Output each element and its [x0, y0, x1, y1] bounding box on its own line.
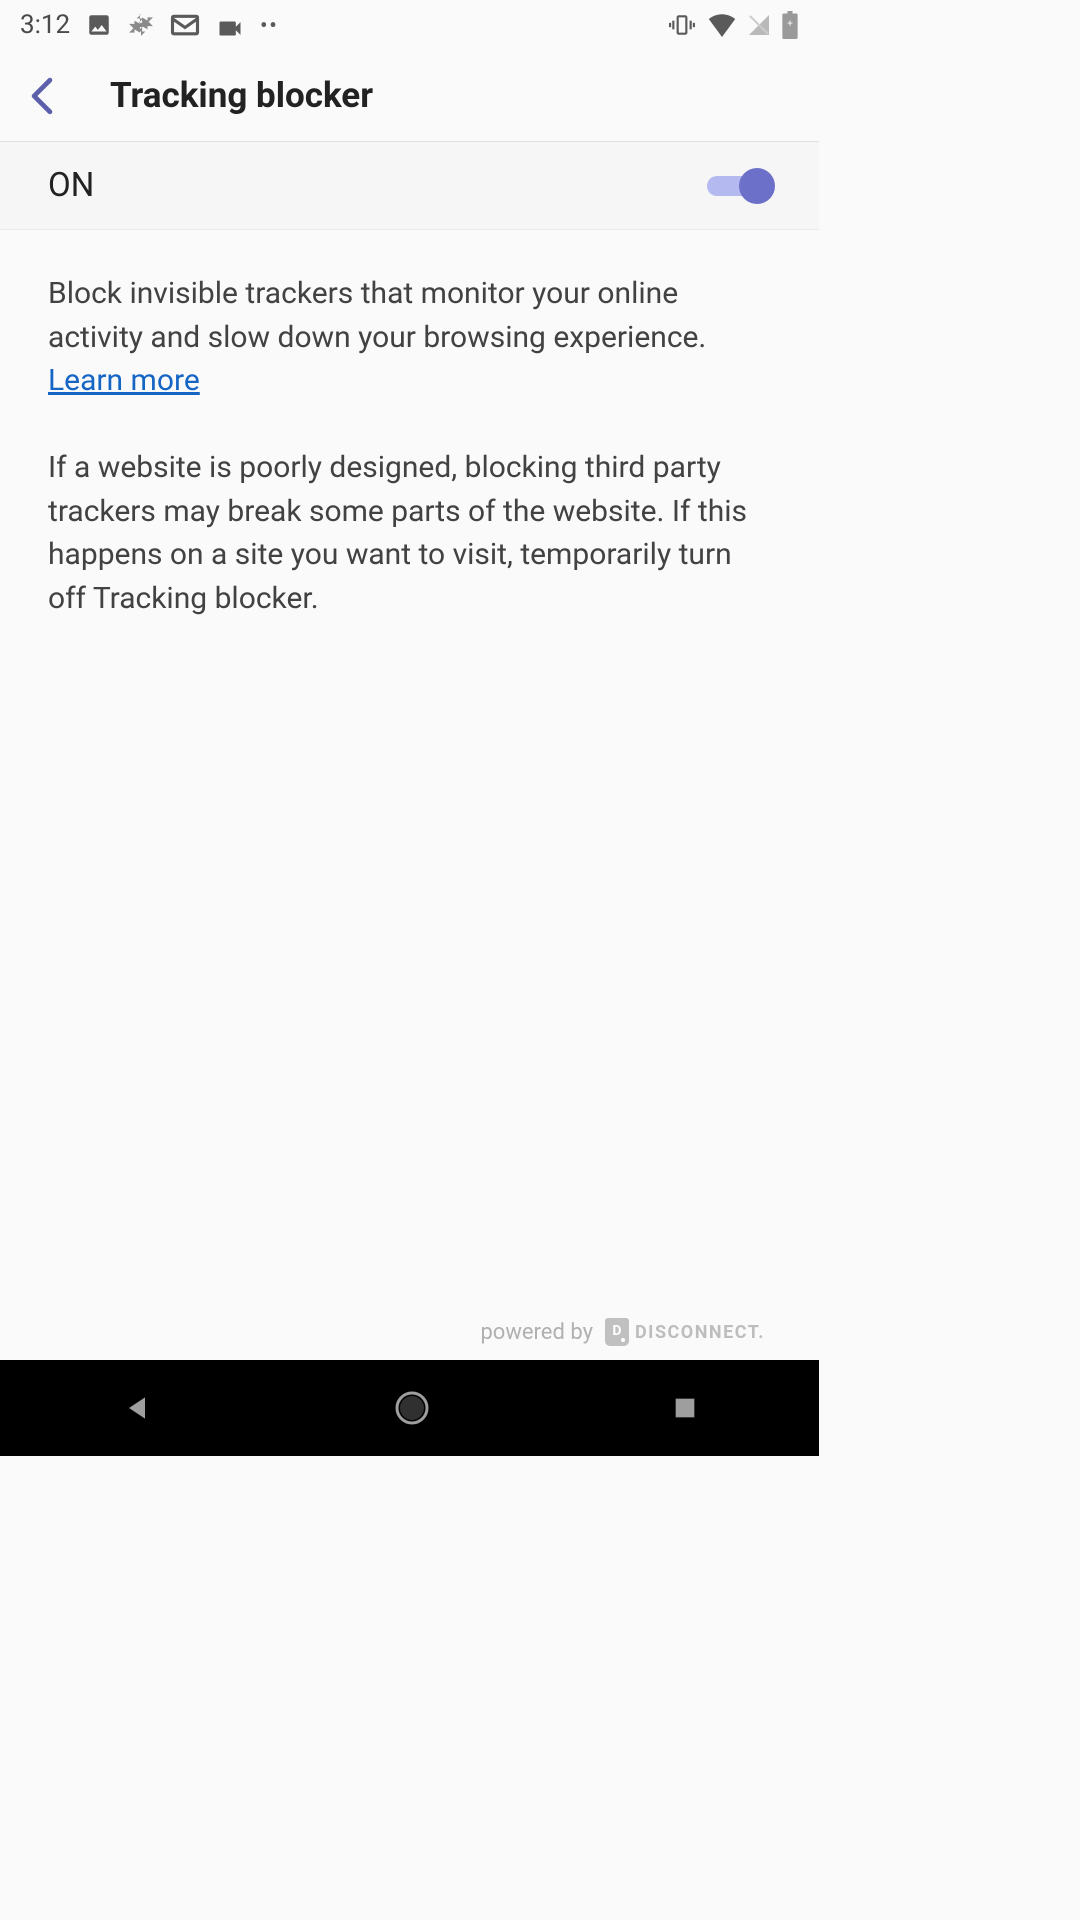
nav-home-button[interactable] [394, 1390, 430, 1426]
toggle-row: ON [0, 142, 819, 230]
signal-icon [747, 13, 771, 37]
page-title: Tracking blocker [110, 75, 373, 116]
battery-icon: + [781, 11, 799, 39]
disconnect-logo: DISCONNECT. [605, 1318, 765, 1346]
powered-by-text: powered by [480, 1320, 593, 1345]
description-text: Block invisible trackers that monitor yo… [48, 272, 771, 359]
back-button[interactable] [30, 77, 54, 115]
disconnect-text: DISCONNECT. [635, 1322, 765, 1343]
photos-icon [128, 12, 154, 38]
app-bar: Tracking blocker [0, 50, 819, 142]
disconnect-badge-icon [605, 1318, 629, 1346]
tracking-blocker-toggle[interactable] [707, 168, 771, 204]
learn-more-link[interactable]: Learn more [48, 363, 200, 398]
status-bar: 3:12 •• + [0, 0, 819, 50]
nav-bar [0, 1360, 819, 1456]
svg-text:+: + [787, 18, 793, 29]
toggle-label: ON [48, 166, 94, 205]
nav-recents-button[interactable] [671, 1394, 699, 1422]
status-left: 3:12 •• [20, 10, 279, 40]
image-icon [86, 12, 112, 38]
video-icon [216, 14, 244, 36]
more-icon: •• [260, 13, 278, 37]
content: Block invisible trackers that monitor yo… [0, 230, 819, 662]
nav-back-button[interactable] [121, 1392, 153, 1424]
status-right: + [667, 11, 799, 39]
status-time: 3:12 [20, 10, 70, 40]
warning-text: If a website is poorly designed, blockin… [48, 446, 771, 620]
footer: powered by DISCONNECT. [480, 1318, 765, 1346]
vibrate-icon [667, 12, 697, 38]
gmail-icon [170, 12, 200, 38]
wifi-icon [707, 13, 737, 37]
